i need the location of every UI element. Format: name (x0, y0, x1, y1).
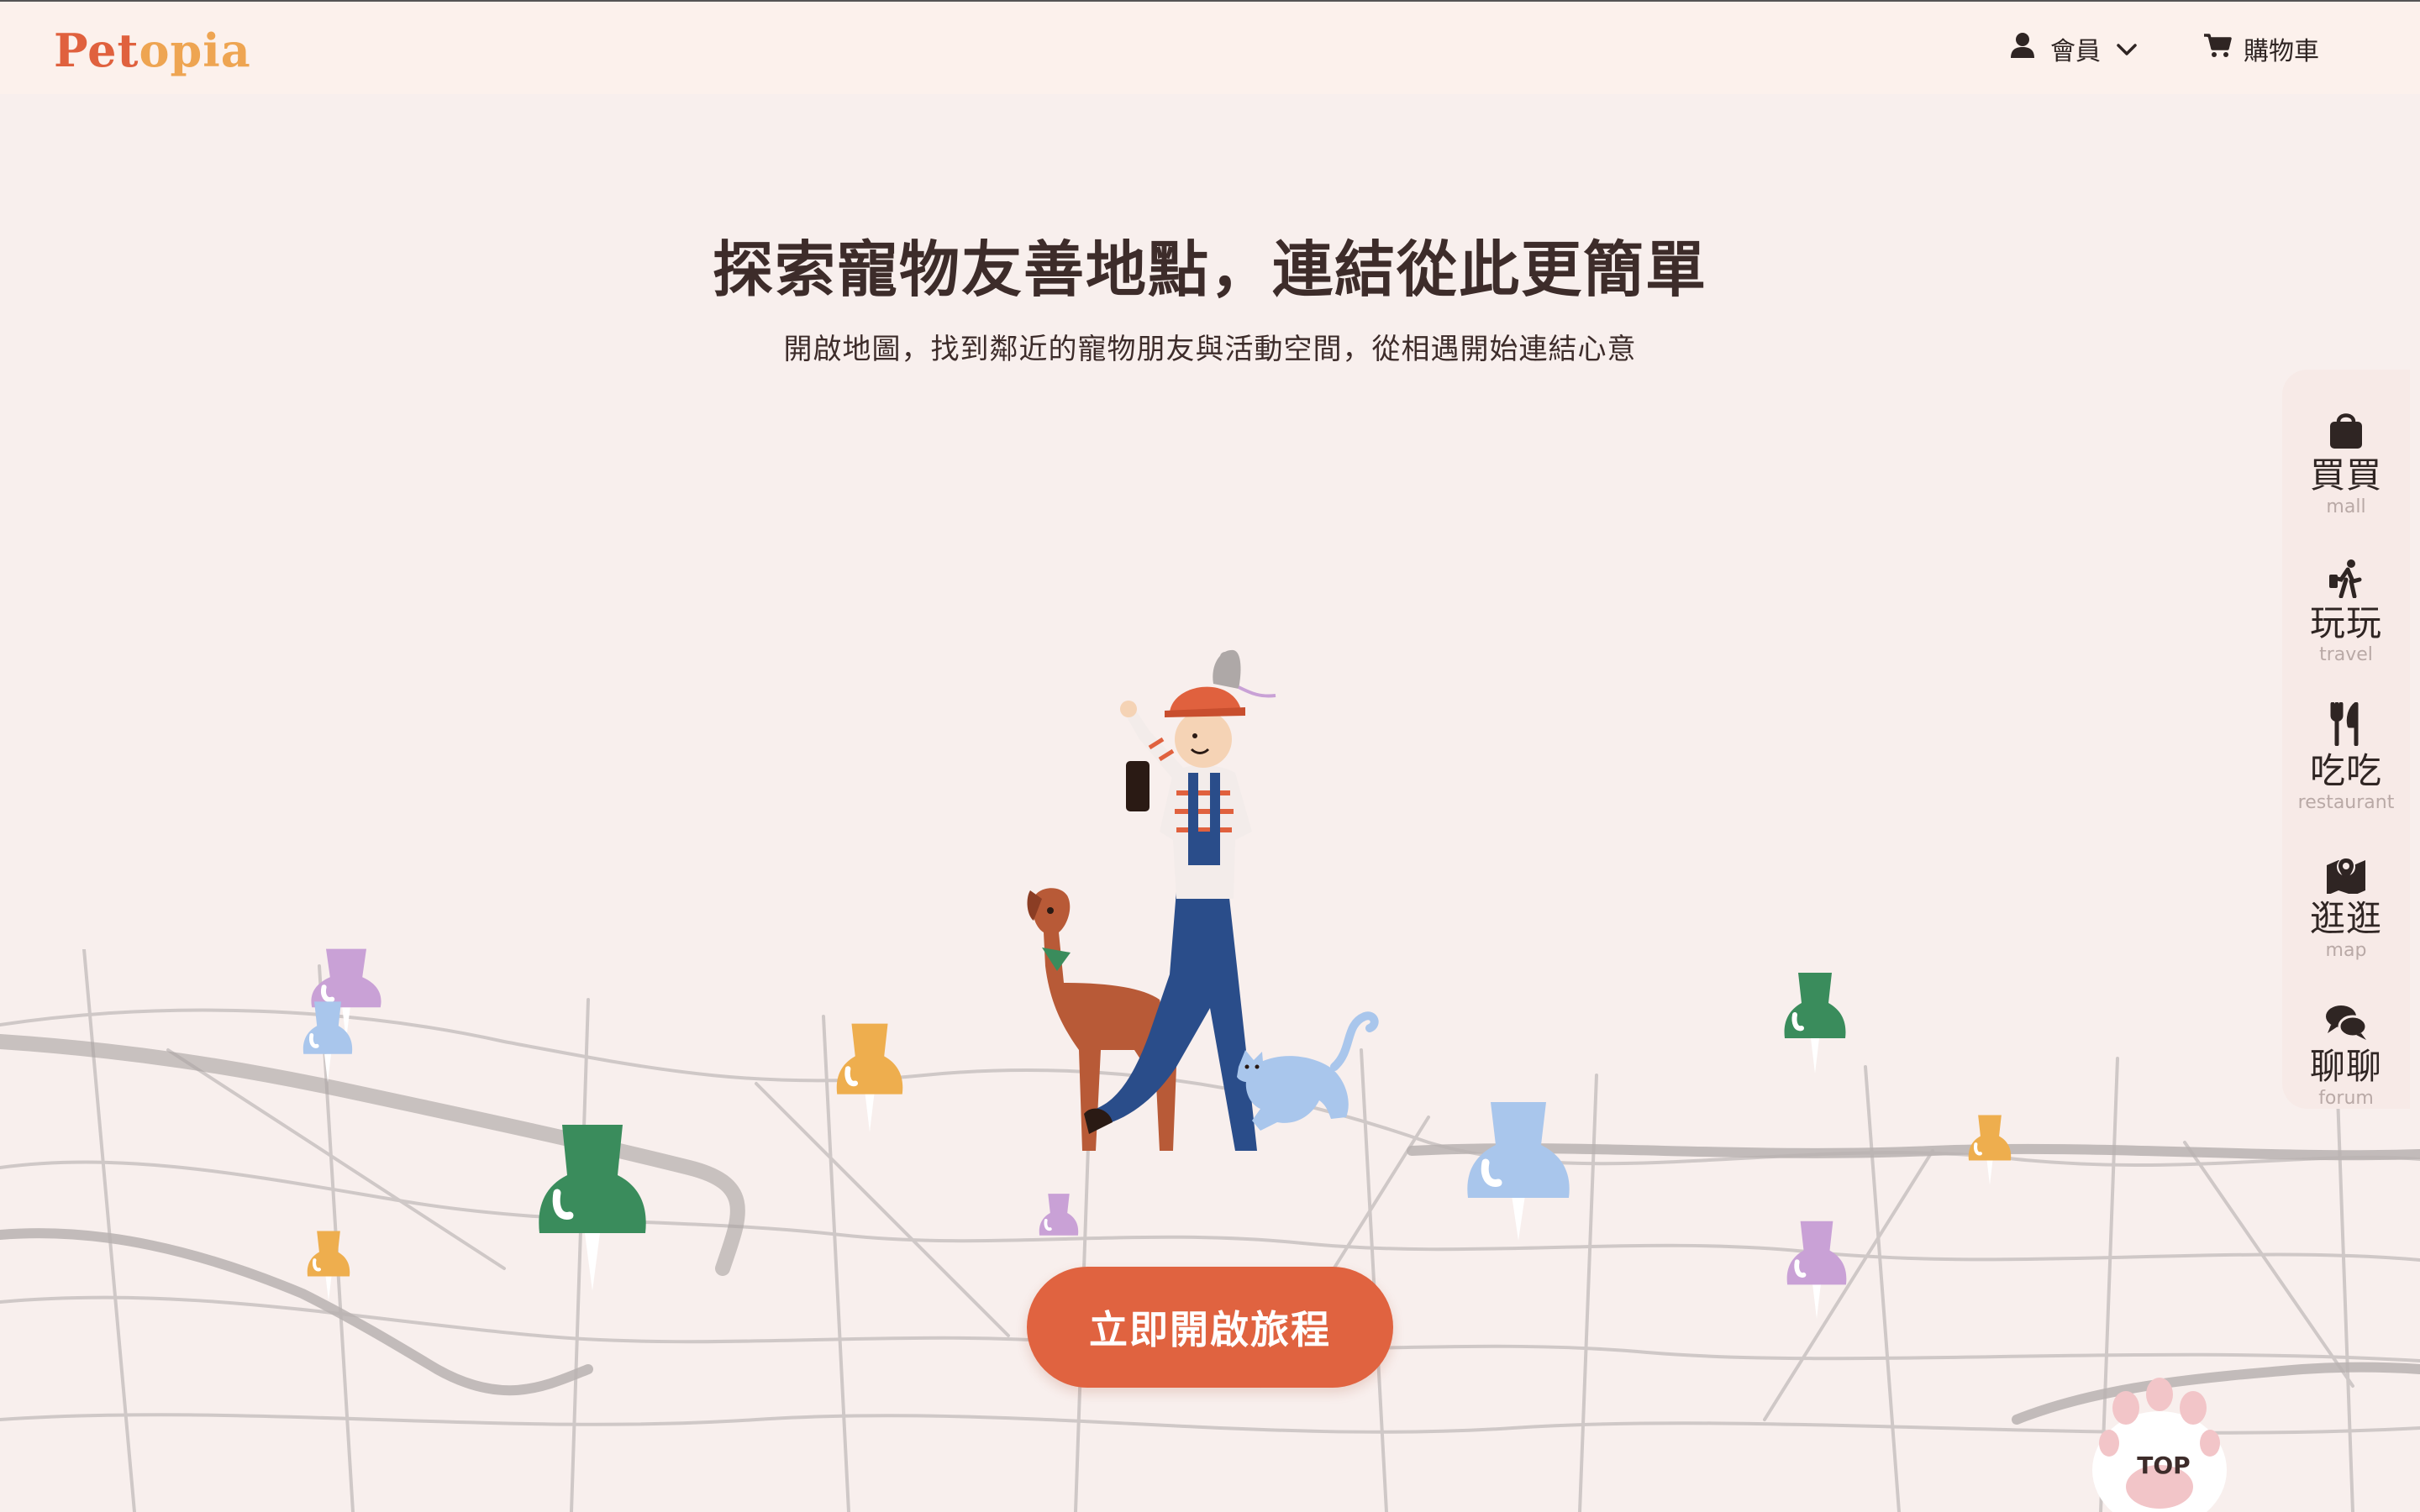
back-to-top-button[interactable]: TOP (2130, 1452, 2197, 1479)
side-nav-restaurant-en: restaurant (2297, 792, 2395, 813)
user-icon (2010, 32, 2035, 66)
side-nav-travel-label: 玩玩 (2309, 602, 2382, 643)
hero-illustration (1027, 649, 1379, 1151)
side-nav-mall-label: 買買 (2309, 454, 2382, 496)
map-pin-yellow (836, 1023, 903, 1132)
cart-button[interactable]: 購物車 (2203, 30, 2319, 67)
map-pin-blue (302, 1001, 353, 1083)
member-menu-button[interactable]: 會員 (2010, 30, 2138, 67)
side-nav-forum-en: forum (2318, 1088, 2374, 1109)
map-marker-icon (2325, 847, 2367, 894)
side-nav-restaurant-label: 吃吃 (2309, 750, 2382, 791)
map-pin-green (539, 1125, 646, 1291)
cart-icon (2203, 33, 2232, 65)
map-pin-purple-small (1039, 1194, 1079, 1236)
map-pin-purple-right (1786, 1221, 1847, 1320)
chevron-down-icon (2116, 34, 2138, 64)
logo-text-opia: opia (139, 24, 251, 77)
petopia-logo[interactable]: Petopia (54, 24, 251, 77)
map-pin-blue-large (1467, 1102, 1570, 1241)
start-journey-button[interactable]: 立即開啟旅程 (1027, 1267, 1393, 1388)
map-pin-green-right (1784, 973, 1846, 1074)
hiking-icon (2328, 551, 2365, 598)
side-navigation: 買買 mall 玩玩 travel 吃吃 restaurant 逛逛 map 聊… (2282, 370, 2410, 1109)
side-nav-travel-en: travel (2319, 644, 2373, 665)
top-header: Petopia 會員 購物車 (0, 0, 2420, 94)
side-nav-forum-label: 聊聊 (2309, 1046, 2382, 1087)
member-label: 會員 (2050, 37, 2101, 66)
cat-illustration (1237, 1011, 1379, 1131)
side-nav-restaurant[interactable]: 吃吃 restaurant (2282, 699, 2410, 842)
logo-text-pet: Pet (54, 24, 139, 77)
hero-title: 探索寵物友善地點，連結從此更簡單 (712, 234, 1707, 305)
side-nav-mall-en: mall (2326, 496, 2366, 517)
landing-page: Petopia 會員 購物車 探索寵物友善地點，連結從此更簡單 開啟地圖，找到鄰… (0, 0, 2420, 1512)
paw-icon[interactable] (2084, 1369, 2235, 1512)
hero-subtitle: 開啟地圖，找到鄰近的寵物朋友與活動空間，從相遇開始連結心意 (783, 333, 1637, 366)
side-nav-travel[interactable]: 玩玩 travel (2282, 551, 2410, 694)
side-nav-map[interactable]: 逛逛 map (2282, 847, 2410, 990)
utensils-icon (2328, 699, 2365, 746)
side-nav-mall[interactable]: 買買 mall (2282, 403, 2410, 546)
map-pin-yellow-small (307, 1231, 350, 1301)
chat-bubbles-icon (2324, 995, 2368, 1042)
shopping-bag-icon (2328, 403, 2365, 450)
map-pin-yellow-right (1968, 1115, 2012, 1185)
side-nav-map-en: map (2325, 940, 2367, 961)
side-nav-map-label: 逛逛 (2309, 898, 2382, 939)
cart-label: 購物車 (2244, 37, 2319, 66)
side-nav-forum[interactable]: 聊聊 forum (2282, 995, 2410, 1137)
